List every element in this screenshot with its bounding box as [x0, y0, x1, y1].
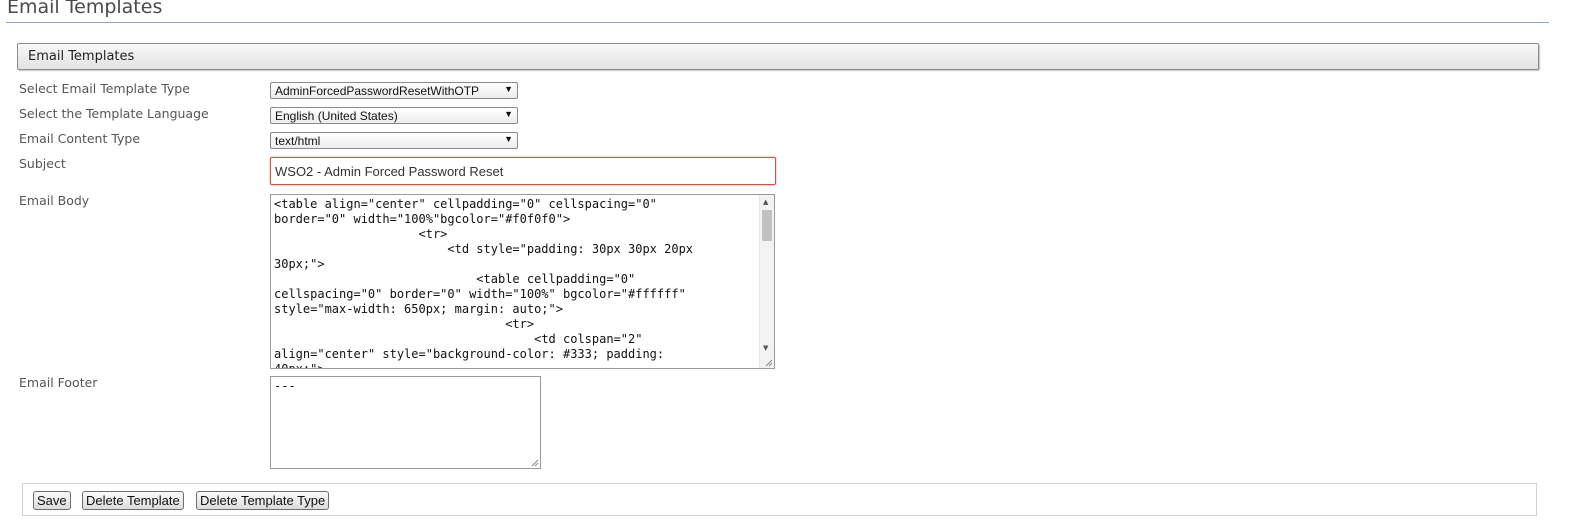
template-language-select[interactable]: English (United States) ▼ [270, 107, 518, 124]
email-body-label: Email Body [19, 193, 90, 208]
template-language-value: English (United States) [275, 109, 398, 123]
scrollbar-thumb[interactable] [762, 210, 772, 241]
button-bar: Save Delete Template Delete Template Typ… [22, 483, 1537, 516]
page-title: Email Templates [7, 0, 163, 18]
content-type-value: text/html [275, 134, 321, 148]
chevron-down-icon: ▼ [504, 134, 513, 144]
content-type-select[interactable]: text/html ▼ [270, 132, 518, 149]
email-body-content: <table align="center" cellpadding="0" ce… [274, 197, 694, 369]
template-type-label: Select Email Template Type [19, 81, 190, 96]
email-templates-page: Email Templates Email Templates Select E… [0, 0, 1572, 528]
template-type-value: AdminForcedPasswordResetWithOTP [275, 84, 480, 98]
email-body-textarea[interactable]: <table align="center" cellpadding="0" ce… [270, 194, 775, 369]
email-footer-label: Email Footer [19, 375, 98, 390]
subject-input[interactable] [270, 157, 776, 185]
template-language-label: Select the Template Language [19, 106, 209, 121]
content-type-label: Email Content Type [19, 131, 141, 146]
section-header-label: Email Templates [28, 49, 135, 64]
scroll-up-arrow-icon[interactable]: ▲ [763, 198, 768, 206]
template-type-select[interactable]: AdminForcedPasswordResetWithOTP ▼ [270, 82, 518, 99]
delete-template-button[interactable]: Delete Template [82, 491, 184, 510]
chevron-down-icon: ▼ [504, 109, 513, 119]
save-button[interactable]: Save [33, 491, 71, 510]
email-footer-textarea[interactable]: --- [270, 376, 541, 469]
title-divider [6, 22, 1549, 23]
email-body-scrollbar[interactable]: ▲ ▼ [759, 195, 774, 368]
delete-template-type-button[interactable]: Delete Template Type [196, 491, 330, 510]
scroll-down-arrow-icon[interactable]: ▼ [763, 344, 768, 352]
resize-grip-icon[interactable] [764, 358, 773, 367]
subject-label: Subject [19, 156, 66, 171]
resize-grip-icon[interactable] [530, 458, 539, 467]
section-header: Email Templates [17, 43, 1539, 70]
email-footer-content: --- [274, 379, 296, 393]
chevron-down-icon: ▼ [504, 84, 513, 94]
